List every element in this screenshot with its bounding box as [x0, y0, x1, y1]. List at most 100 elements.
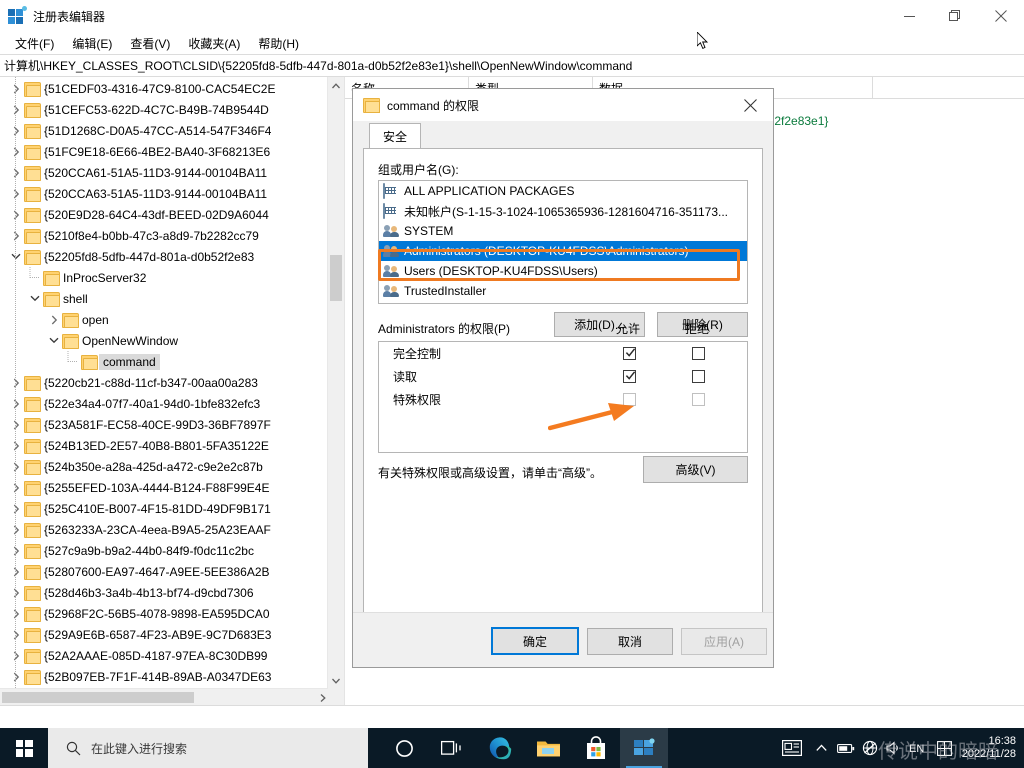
tree-node[interactable]: {522e34a4-07f7-40a1-94d0-1bfe832efc3	[0, 393, 328, 414]
ok-button[interactable]: 确定	[491, 627, 579, 655]
scroll-right-arrow[interactable]	[320, 689, 326, 706]
tree-node[interactable]: shell	[0, 288, 328, 309]
taskbar-clock[interactable]: 16:38 2022/11/28	[962, 735, 1024, 761]
permission-row[interactable]: 完全控制	[379, 342, 747, 365]
scroll-down-arrow[interactable]	[328, 672, 344, 689]
tree-node[interactable]: {52968F2C-56B5-4078-9898-EA595DCA0	[0, 603, 328, 624]
chevron-right-icon[interactable]	[8, 519, 24, 540]
chevron-down-icon[interactable]	[27, 288, 43, 309]
restore-button[interactable]	[932, 0, 978, 32]
tree-node-selected[interactable]: command	[0, 351, 328, 372]
chevron-right-icon[interactable]	[8, 141, 24, 162]
chevron-right-icon[interactable]	[8, 477, 24, 498]
chevron-right-icon[interactable]	[8, 498, 24, 519]
principal-row[interactable]: 未知帐户(S-1-15-3-1024-1065365936-1281604716…	[379, 201, 747, 221]
tree-node[interactable]: {52B097EB-7F1F-414B-89AB-A0347DE63	[0, 666, 328, 687]
volume-icon[interactable]	[882, 728, 906, 768]
chevron-right-icon[interactable]	[8, 99, 24, 120]
chevron-down-icon[interactable]	[8, 246, 24, 267]
tree-node[interactable]: {523A581F-EC58-40CE-99D3-36BF7897F	[0, 414, 328, 435]
tree-node[interactable]: {51FC9E18-6E66-4BE2-BA40-3F68213E6	[0, 141, 328, 162]
chevron-right-icon[interactable]	[8, 204, 24, 225]
principal-row[interactable]: TrustedInstaller	[379, 281, 747, 301]
taskbar-task-view-icon[interactable]	[428, 728, 476, 768]
minimize-button[interactable]	[886, 0, 932, 32]
chevron-right-icon[interactable]	[8, 582, 24, 603]
chevron-right-icon[interactable]	[8, 603, 24, 624]
principals-listbox[interactable]: ALL APPLICATION PACKAGES未知帐户(S-1-15-3-10…	[378, 180, 748, 304]
tree-node[interactable]: {527c9a9b-b9a2-44b0-84f9-f0dc11c2bc	[0, 540, 328, 561]
tree-node[interactable]: {52807600-EA97-4647-A9EE-5EE386A2B	[0, 561, 328, 582]
tree-vertical-scrollbar[interactable]	[327, 77, 344, 689]
permissions-table[interactable]: 完全控制读取特殊权限	[378, 341, 748, 453]
allow-checkbox[interactable]	[623, 347, 636, 360]
input-method-icon[interactable]: EN	[906, 728, 932, 768]
tree-node[interactable]: {51D1268C-D0A5-47CC-A514-547F346F4	[0, 120, 328, 141]
principal-row[interactable]: SYSTEM	[379, 221, 747, 241]
tree-node[interactable]: {524b350e-a28a-425d-a472-c9e2e2c87b	[0, 456, 328, 477]
taskbar-file-explorer-icon[interactable]	[524, 728, 572, 768]
taskbar-search-box[interactable]: 在此键入进行搜索	[48, 728, 368, 768]
tree-node[interactable]: {525C410E-B007-4F15-81DD-49DF9B171	[0, 498, 328, 519]
chevron-right-icon[interactable]	[8, 393, 24, 414]
show-hidden-icons-icon[interactable]	[810, 728, 834, 768]
chevron-right-icon[interactable]	[8, 225, 24, 246]
tree-horizontal-scrollbar[interactable]	[0, 688, 328, 706]
advanced-button[interactable]: 高级(V)	[643, 456, 748, 483]
allow-checkbox[interactable]	[623, 370, 636, 383]
chevron-down-icon[interactable]	[46, 330, 62, 351]
tree-node[interactable]: {51CEDF03-4316-47C9-8100-CAC54EC2E	[0, 78, 328, 99]
permission-row[interactable]: 特殊权限	[379, 388, 747, 411]
close-button[interactable]	[978, 0, 1024, 32]
chevron-right-icon[interactable]	[8, 456, 24, 477]
tree-node[interactable]: {52205fd8-5dfb-447d-801a-d0b52f2e83	[0, 246, 328, 267]
tree-node[interactable]: {528d46b3-3a4b-4b13-bf74-d9cbd7306	[0, 582, 328, 603]
battery-icon[interactable]	[834, 728, 858, 768]
chevron-right-icon[interactable]	[8, 435, 24, 456]
cancel-button[interactable]: 取消	[587, 628, 673, 655]
deny-checkbox[interactable]	[692, 347, 705, 360]
tree-node[interactable]: {5263233A-23CA-4eea-B9A5-25A23EAAF	[0, 519, 328, 540]
principal-row-selected[interactable]: Administrators (DESKTOP-KU4FDSS\Administ…	[379, 241, 747, 261]
chevron-right-icon[interactable]	[8, 645, 24, 666]
tree-node[interactable]: OpenNewWindow	[0, 330, 328, 351]
chevron-right-icon[interactable]	[8, 414, 24, 435]
tree-node[interactable]: {5255EFED-103A-4444-B124-F88F99E4E	[0, 477, 328, 498]
tab-security[interactable]: 安全	[369, 123, 421, 148]
tree-node[interactable]: {5220cb21-c88d-11cf-b347-00aa00a283	[0, 372, 328, 393]
tree-node[interactable]: {52A2AAAE-085D-4187-97EA-8C30DB99	[0, 645, 328, 666]
news-and-interests-icon[interactable]	[774, 728, 810, 768]
chevron-right-icon[interactable]	[8, 372, 24, 393]
chevron-right-icon[interactable]	[46, 309, 62, 330]
permission-row[interactable]: 读取	[379, 365, 747, 388]
tree-node[interactable]: {520CCA61-51A5-11D3-9144-00104BA11	[0, 162, 328, 183]
start-button[interactable]	[0, 728, 48, 768]
tree-node[interactable]: open	[0, 309, 328, 330]
taskbar-cortana-icon[interactable]	[380, 728, 428, 768]
deny-checkbox[interactable]	[692, 370, 705, 383]
tree-node[interactable]: InProcServer32	[0, 267, 328, 288]
chevron-right-icon[interactable]	[8, 666, 24, 687]
taskbar-microsoft-edge-icon[interactable]	[476, 728, 524, 768]
menu-edit[interactable]: 编辑(E)	[63, 33, 121, 54]
registry-tree[interactable]: {51CEDF03-4316-47C9-8100-CAC54EC2E{51CEF…	[0, 77, 328, 689]
tree-node[interactable]: {529A9E6B-6587-4F23-AB9E-9C7D683E3	[0, 624, 328, 645]
menu-view[interactable]: 查看(V)	[121, 33, 179, 54]
chevron-right-icon[interactable]	[8, 120, 24, 141]
network-icon[interactable]	[858, 728, 882, 768]
menu-help[interactable]: 帮助(H)	[249, 33, 308, 54]
chevron-right-icon[interactable]	[8, 624, 24, 645]
tree-node[interactable]: {520E9D28-64C4-43df-BEED-02D9A6044	[0, 204, 328, 225]
chevron-right-icon[interactable]	[8, 540, 24, 561]
dialog-close-button[interactable]	[727, 89, 773, 121]
menu-file[interactable]: 文件(F)	[6, 33, 63, 54]
chevron-right-icon[interactable]	[8, 561, 24, 582]
chevron-right-icon[interactable]	[8, 183, 24, 204]
chevron-right-icon[interactable]	[8, 162, 24, 183]
principal-row[interactable]: ALL APPLICATION PACKAGES	[379, 181, 747, 201]
principal-row[interactable]: Users (DESKTOP-KU4FDSS\Users)	[379, 261, 747, 281]
tree-node[interactable]: {524B13ED-2E57-40B8-B801-5FA35122E	[0, 435, 328, 456]
address-bar[interactable]: 计算机\HKEY_CLASSES_ROOT\CLSID\{52205fd8-5d…	[0, 54, 1024, 77]
tree-node[interactable]: {520CCA63-51A5-11D3-9144-00104BA11	[0, 183, 328, 204]
chevron-right-icon[interactable]	[8, 78, 24, 99]
